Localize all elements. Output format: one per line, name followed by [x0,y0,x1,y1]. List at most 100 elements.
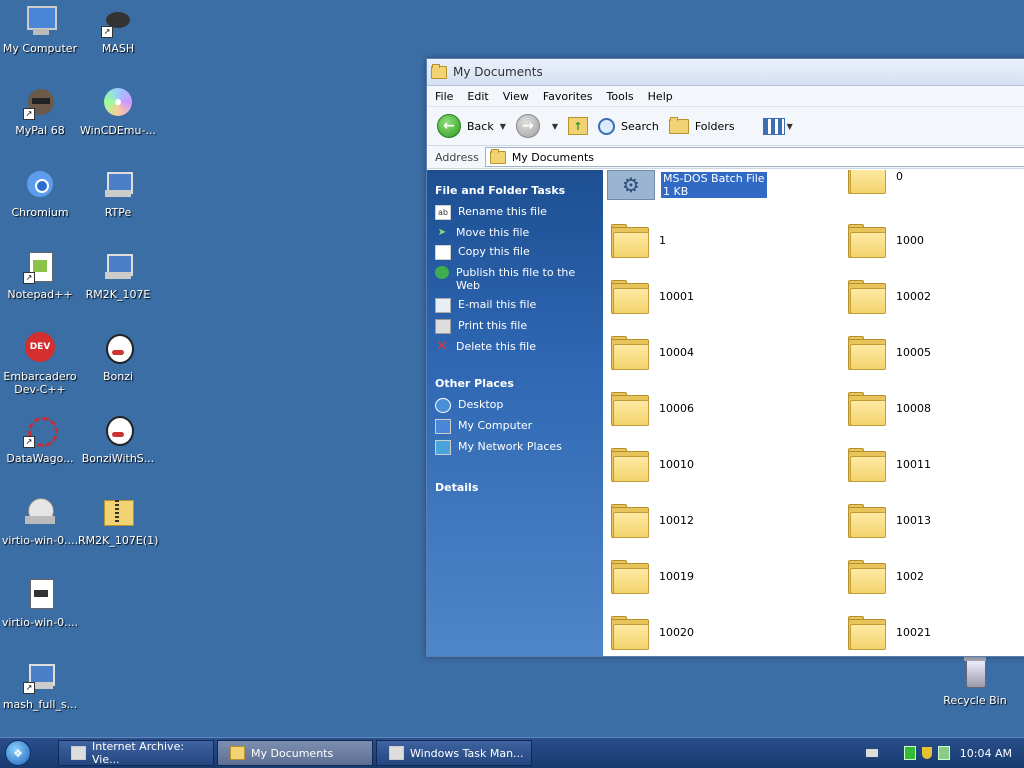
desktop-icon-rm2k[interactable]: RM2K_107E [78,250,158,301]
back-button[interactable]: ← Back ▼ [437,114,506,138]
folder-label: 1 [659,233,666,247]
chevron-down-icon[interactable]: ▼ [552,122,558,131]
menu-file[interactable]: File [435,90,453,103]
folder-icon [848,560,886,594]
details-heading[interactable]: Details [435,481,603,494]
menu-help[interactable]: Help [648,90,673,103]
network-tray-icon[interactable] [937,746,950,760]
menu-view[interactable]: View [503,90,529,103]
copy-file-task[interactable]: Copy this file [435,245,603,260]
desktop-icon-bonziwiths[interactable]: BonziWithS... [78,414,158,465]
task-label: Print this file [458,319,528,332]
desktop-icon-recycle-bin[interactable]: Recycle Bin [935,656,1015,707]
chevron-down-icon[interactable]: ▼ [500,122,506,131]
forward-button[interactable]: → ▼ [515,114,558,138]
keyboard-icon[interactable] [865,749,878,757]
taskbar-my-documents[interactable]: My Documents [217,740,373,766]
desktop-icon-notepadpp[interactable]: ↗ Notepad++ [0,250,80,301]
views-button[interactable]: ▼ [762,117,793,135]
delete-icon: ✕ [436,339,448,354]
folder-icon [848,448,886,482]
folder-item[interactable]: 1002 [848,560,924,594]
search-button[interactable]: Search [598,117,659,135]
folder-icon [611,392,649,426]
place-my-computer[interactable]: My Computer [435,419,603,434]
delete-file-task[interactable]: ✕ Delete this file [435,340,603,353]
rename-file-task[interactable]: ab Rename this file [435,205,603,220]
desktop-icon-label: mash_full_s... [2,698,78,711]
desktop-icon [435,398,451,413]
start-button[interactable]: ❖ [0,739,36,767]
desktop-icon-chromium[interactable]: Chromium [0,168,80,219]
email-file-task[interactable]: E-mail this file [435,298,603,313]
desktop-icon-mypal[interactable]: ↗ MyPal 68 [0,86,80,137]
folder-item[interactable]: 10002 [848,280,931,314]
folder-item[interactable]: 10013 [848,504,931,538]
place-desktop[interactable]: Desktop [435,398,603,413]
folder-item[interactable]: 10011 [848,448,931,482]
desktop-icon-label: WinCDEmu-... [80,124,156,137]
copy-icon [435,245,451,260]
selected-file-text: MS-DOS Batch File 1 KB [661,172,767,198]
folder-item[interactable]: 10005 [848,336,931,370]
battery-icon[interactable] [903,746,916,760]
desktop-icon-mash[interactable]: ↗ MASH [78,4,158,55]
folder-label: 1000 [896,233,924,247]
desktop-icon-wincdemu[interactable]: WinCDEmu-... [78,86,158,137]
desktop-icon-virtio-2[interactable]: virtio-win-0.... [0,578,80,629]
taskbar-internet-archive[interactable]: Internet Archive: Vie... [58,740,214,766]
explorer-window: My Documents File Edit View Favorites To… [426,58,1024,657]
desktop-icon-devcpp[interactable]: DEV Embarcadero Dev-C++ [0,332,80,396]
folder-item[interactable]: 1 [611,224,666,258]
desktop-icon-rtpe[interactable]: RTPe [78,168,158,219]
title-bar[interactable]: My Documents [427,59,1024,86]
folder-item[interactable]: 0 [848,170,903,194]
desktop-icon-bonzi[interactable]: Bonzi [78,332,158,383]
other-places-heading[interactable]: Other Places [435,377,603,390]
desktop-icon-rm2k-1[interactable]: RM2K_107E(1) [78,496,158,547]
clock[interactable]: 10:04 AM [960,747,1012,760]
folder-item[interactable]: 10019 [611,560,694,594]
folder-item[interactable]: 10004 [611,336,694,370]
batch-file-item[interactable]: ⚙ MS-DOS Batch File 1 KB [607,170,767,200]
menu-bar: File Edit View Favorites Tools Help [427,86,1024,107]
up-folder-button[interactable]: ↑ [568,117,589,135]
folder-label: 10020 [659,625,694,639]
folder-item[interactable]: 10008 [848,392,931,426]
mash-icon: ↗ [101,4,135,38]
folder-icon [230,746,245,760]
folder-item[interactable]: 10001 [611,280,694,314]
folder-item[interactable]: 10020 [611,616,694,650]
place-network[interactable]: My Network Places [435,440,603,455]
file-tasks-heading[interactable]: File and Folder Tasks [435,184,603,197]
desktop-icon-label: RTPe [104,206,132,219]
folder-icon [611,616,649,650]
desktop-icon-virtio-1[interactable]: virtio-win-0.... [0,496,80,547]
shield-icon[interactable] [921,747,932,759]
desktop-icon-label: DataWago... [6,452,74,465]
folders-button[interactable]: Folders [668,116,735,134]
folder-item[interactable]: 10012 [611,504,694,538]
desktop-icon-mash-full[interactable]: ↗ mash_full_s... [0,660,80,711]
taskbar-task-manager[interactable]: Windows Task Man... [376,740,532,766]
address-bar: Address My Documents [427,146,1024,169]
menu-favorites[interactable]: Favorites [543,90,593,103]
move-file-task[interactable]: ➤ Move this file [435,226,603,239]
folder-item[interactable]: 1000 [848,224,924,258]
folder-item[interactable]: 10021 [848,616,931,650]
task-label: Delete this file [456,340,536,353]
folder-icon [611,224,649,258]
datawago-icon: ↗ [23,414,58,448]
desktop-icon-datawago[interactable]: ↗ DataWago... [0,414,80,465]
chevron-down-icon: ▼ [786,121,793,131]
back-label: Back [467,119,494,133]
print-file-task[interactable]: Print this file [435,319,603,334]
menu-edit[interactable]: Edit [467,90,488,103]
address-field[interactable]: My Documents [484,147,1024,167]
menu-tools[interactable]: Tools [607,90,634,103]
folder-item[interactable]: 10006 [611,392,694,426]
publish-file-task[interactable]: Publish this file to the Web [435,266,603,292]
address-label: Address [435,150,479,164]
desktop-icon-my-computer[interactable]: My Computer [0,4,80,55]
folder-item[interactable]: 10010 [611,448,694,482]
